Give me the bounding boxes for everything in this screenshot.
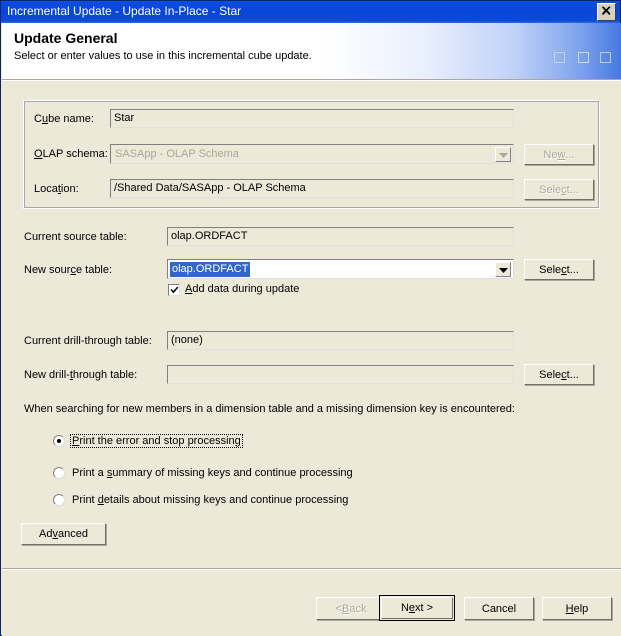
header-decoration-square-1: [554, 52, 565, 63]
header-gradient: [321, 23, 621, 79]
current-drill-through-label: Current drill-through table:: [24, 335, 152, 347]
wizard-header: Update General Select or enter values to…: [2, 23, 621, 79]
missing-keys-prompt: When searching for new members in a dime…: [24, 403, 515, 415]
checkmark-icon: [170, 286, 179, 294]
new-source-table-label: New source table:: [24, 264, 113, 276]
dialog-window: Incremental Update - Update In-Place - S…: [0, 0, 621, 636]
new-source-table-value: olap.ORDFACT: [170, 262, 251, 277]
chevron-down-icon[interactable]: [495, 262, 511, 277]
window-title: Incremental Update - Update In-Place - S…: [7, 4, 242, 18]
radio-button-stop-processing[interactable]: [53, 435, 65, 447]
close-icon: [602, 6, 611, 15]
cube-name-label: Cube name:: [34, 113, 94, 125]
radio-label-details: Print details about missing keys and con…: [72, 494, 349, 506]
radio-button-summary[interactable]: [53, 467, 65, 479]
new-source-table-combobox[interactable]: olap.ORDFACT: [167, 259, 514, 279]
chevron-down-icon[interactable]: [495, 147, 511, 162]
next-button-inner: Ne xt >: [381, 597, 453, 619]
radio-label-stop-processing: Print the error and stop processing: [70, 434, 243, 448]
help-button[interactable]: Help: [542, 597, 612, 620]
radio-dot: [57, 439, 61, 443]
location-label: Location:: [34, 183, 79, 195]
back-button[interactable]: < Back: [316, 597, 386, 620]
next-button[interactable]: Ne xt >: [379, 595, 455, 621]
olap-schema-label: OLAP schema:: [34, 148, 108, 160]
new-source-table-select-button[interactable]: Sele c t...: [524, 259, 594, 280]
dialog-body: Cube name: Star OLAP schema: SASApp - OL…: [2, 81, 621, 568]
olap-schema-combobox[interactable]: SASApp - OLAP Schema: [110, 144, 514, 164]
close-button[interactable]: [597, 3, 616, 21]
dialog-footer: < Back Ne xt > Cancel Help: [2, 570, 621, 636]
current-drill-through-field: (none): [167, 331, 514, 350]
radio-label-summary: Print a summary of missing keys and cont…: [72, 467, 353, 479]
page-title: Update General: [14, 30, 118, 46]
header-decoration-square-2: [578, 52, 589, 63]
current-source-table-label: Current source table:: [24, 231, 127, 243]
new-drill-through-label: New drill-through table:: [24, 369, 138, 381]
add-data-checkbox-label: Add data during update: [185, 283, 300, 295]
header-decoration-square-3: [600, 52, 611, 63]
title-bar: Incremental Update - Update In-Place - S…: [1, 1, 620, 23]
current-source-table-field: olap.ORDFACT: [167, 227, 514, 246]
location-select-button[interactable]: Sele c t...: [524, 179, 594, 200]
radio-button-details[interactable]: [53, 494, 65, 506]
page-subtitle: Select or enter values to use in this in…: [14, 50, 312, 62]
cube-name-field: Star: [110, 109, 514, 128]
advanced-button[interactable]: Ad v anced: [21, 523, 106, 545]
olap-schema-value: SASApp - OLAP Schema: [115, 148, 239, 160]
new-drill-through-select-button[interactable]: Sele c t...: [524, 364, 594, 385]
cancel-button[interactable]: Cancel: [464, 597, 534, 620]
add-data-checkbox[interactable]: [168, 284, 180, 296]
new-drill-through-field[interactable]: [167, 365, 514, 384]
location-field: /Shared Data/SASApp - OLAP Schema: [110, 179, 514, 198]
new-schema-button[interactable]: Ne w...: [524, 144, 594, 165]
